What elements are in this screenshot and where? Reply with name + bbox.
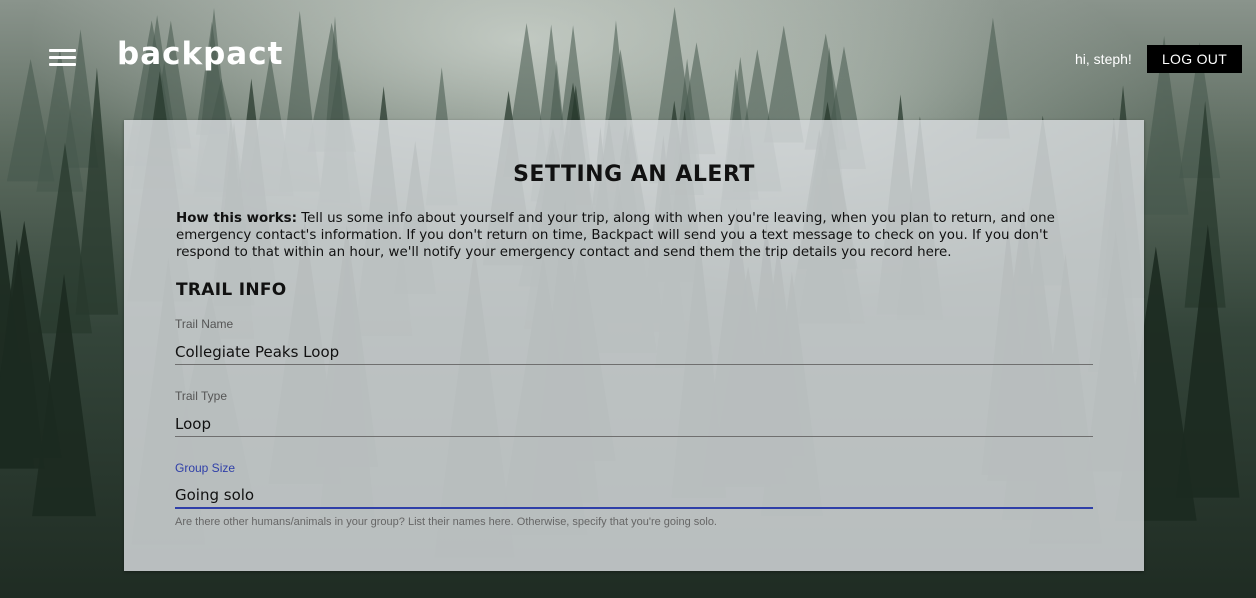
- trail-name-input[interactable]: [175, 335, 1093, 365]
- intro-paragraph: How this works: Tell us some info about …: [176, 210, 1076, 261]
- top-bar: backpact hi, steph! LOG OUT: [0, 0, 1256, 118]
- logout-button[interactable]: LOG OUT: [1147, 45, 1242, 73]
- alert-form-card: SETTING AN ALERT How this works: Tell us…: [124, 120, 1144, 571]
- group-size-field: Group Size: [175, 461, 1093, 509]
- tree-silhouette: [1176, 224, 1240, 498]
- brand-logo[interactable]: backpact: [117, 36, 283, 72]
- intro-lead: How this works:: [176, 211, 297, 226]
- hamburger-menu-icon[interactable]: [49, 48, 76, 68]
- page-title: SETTING AN ALERT: [513, 162, 755, 187]
- trail-name-label: Trail Name: [175, 317, 234, 331]
- user-greeting: hi, steph!: [1075, 51, 1132, 67]
- trail-type-input[interactable]: [175, 407, 1093, 437]
- trail-type-label: Trail Type: [175, 389, 228, 403]
- group-size-label: Group Size: [175, 461, 236, 475]
- trail-name-field: Trail Name: [175, 317, 1093, 365]
- group-size-input[interactable]: [175, 479, 1093, 509]
- intro-text: Tell us some info about yourself and you…: [176, 211, 1055, 260]
- group-size-helper-text: Are there other humans/animals in your g…: [175, 516, 717, 528]
- trail-type-field: Trail Type: [175, 389, 1093, 437]
- section-title-trail-info: TRAIL INFO: [176, 280, 287, 300]
